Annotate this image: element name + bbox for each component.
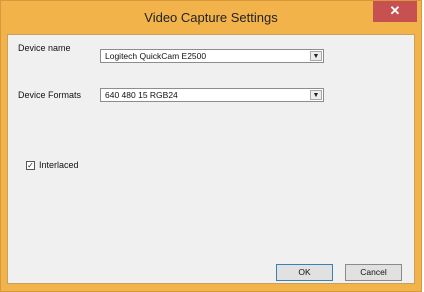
- device-name-value: Logitech QuickCam E2500: [105, 51, 207, 61]
- dialog-window: Video Capture Settings ✕ Device name Log…: [0, 0, 422, 292]
- chevron-down-icon[interactable]: ▼: [310, 90, 322, 100]
- device-formats-select[interactable]: 640 480 15 RGB24 ▼: [100, 88, 324, 102]
- interlaced-checkbox[interactable]: ✓: [26, 161, 35, 170]
- device-name-select[interactable]: Logitech QuickCam E2500 ▼: [100, 49, 324, 63]
- close-button[interactable]: ✕: [373, 1, 417, 22]
- chevron-down-icon[interactable]: ▼: [310, 51, 322, 61]
- device-name-label: Device name: [18, 43, 71, 53]
- device-formats-label: Device Formats: [18, 90, 82, 100]
- close-icon: ✕: [389, 3, 401, 18]
- checkmark-icon: ✓: [27, 161, 34, 170]
- window-title: Video Capture Settings: [144, 10, 278, 25]
- title-bar[interactable]: Video Capture Settings ✕: [1, 1, 421, 34]
- device-formats-value: 640 480 15 RGB24: [105, 90, 178, 100]
- cancel-button[interactable]: Cancel: [345, 264, 402, 281]
- ok-button[interactable]: OK: [276, 264, 333, 281]
- interlaced-label[interactable]: Interlaced: [39, 160, 79, 170]
- dialog-content: Device name Logitech QuickCam E2500 ▼ De…: [7, 34, 415, 284]
